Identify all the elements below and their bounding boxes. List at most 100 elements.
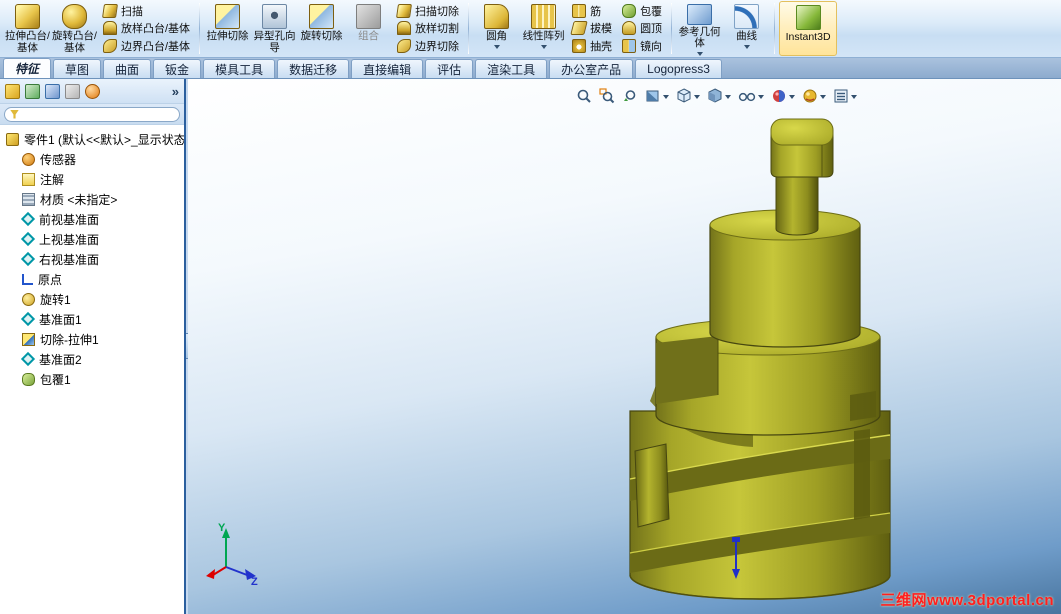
tab-label: 钣金 bbox=[165, 62, 190, 77]
ribbon-separator bbox=[774, 3, 776, 54]
ribbon-button-mirror[interactable]: 镜向 bbox=[620, 38, 664, 55]
draft-icon bbox=[570, 21, 588, 36]
tab-label: 草图 bbox=[65, 62, 90, 77]
panel-tab-strip: » bbox=[0, 79, 184, 104]
tree-item-label: 注解 bbox=[40, 172, 65, 187]
feature-manager-tab-icon[interactable] bbox=[5, 83, 20, 99]
3d-model[interactable] bbox=[629, 118, 891, 600]
tree-filter-input[interactable] bbox=[4, 106, 180, 122]
ribbon-button-lofted-boss[interactable]: 放样凸台/基体 bbox=[101, 20, 192, 37]
tab-office-products[interactable]: 办公室产品 bbox=[549, 59, 634, 78]
ribbon-button-dome[interactable]: 圆顶 bbox=[620, 20, 664, 37]
view-orientation-button[interactable] bbox=[676, 88, 700, 104]
previous-view-button[interactable] bbox=[622, 88, 638, 104]
tree-item-part-root[interactable]: 零件1 (默认<<默认>_显示状态 bbox=[0, 129, 184, 149]
view-settings-button[interactable] bbox=[833, 88, 857, 104]
tree-item-plane1[interactable]: 基准面1 bbox=[0, 309, 184, 329]
ribbon-button-hole-wizard[interactable]: 异型孔向导 bbox=[251, 1, 298, 56]
revolved-cut-icon bbox=[309, 4, 335, 29]
tree-item-top-plane[interactable]: 上视基准面 bbox=[0, 229, 184, 249]
3d-model-canvas[interactable]: Y Z bbox=[188, 79, 1061, 614]
instant3d-icon bbox=[795, 5, 821, 30]
tab-logopress3[interactable]: Logopress3 bbox=[635, 59, 722, 78]
tab-evaluate[interactable]: 评估 bbox=[425, 59, 474, 78]
ribbon-button-label: 曲线 bbox=[736, 30, 758, 42]
tree-item-origin[interactable]: 原点 bbox=[0, 269, 184, 289]
ribbon-stack-boss: 扫描 放样凸台/基体 边界凸台/基体 bbox=[98, 1, 195, 56]
tab-mold-tools[interactable]: 模具工具 bbox=[203, 59, 276, 78]
tab-render-tools[interactable]: 渲染工具 bbox=[475, 59, 548, 78]
tab-features[interactable]: 特征 bbox=[3, 58, 52, 78]
property-manager-tab-icon[interactable] bbox=[25, 83, 40, 99]
ribbon-button-label: 扫描切除 bbox=[415, 5, 460, 18]
ribbon-stack-rib: 筋 拔模 抽壳 bbox=[567, 1, 617, 56]
tab-sketch[interactable]: 草图 bbox=[53, 59, 102, 78]
ribbon-button-boundary-cut[interactable]: 边界切除 bbox=[395, 38, 461, 55]
tree-item-label: 基准面2 bbox=[39, 352, 82, 367]
tree-item-front-plane[interactable]: 前视基准面 bbox=[0, 209, 184, 229]
tree-item-plane2[interactable]: 基准面2 bbox=[0, 349, 184, 369]
ribbon-button-revolved-cut[interactable]: 旋转切除 bbox=[298, 1, 345, 56]
ribbon-button-instant3d[interactable]: Instant3D bbox=[779, 1, 838, 56]
ribbon-button-fillet[interactable]: 圆角 bbox=[473, 1, 520, 56]
hole-wizard-icon bbox=[262, 4, 288, 29]
wrap-icon bbox=[622, 3, 637, 18]
ribbon-button-label: 扫描 bbox=[121, 5, 143, 18]
tab-label: 渲染工具 bbox=[487, 62, 536, 77]
tree-item-cut-extrude1[interactable]: 切除-拉伸1 bbox=[0, 329, 184, 349]
configuration-manager-tab-icon[interactable] bbox=[45, 83, 60, 99]
edit-appearance-button[interactable] bbox=[771, 88, 795, 104]
ribbon-button-extruded-boss[interactable]: 拉伸凸台/基体 bbox=[4, 1, 51, 56]
tree-item-label: 零件1 (默认<<默认>_显示状态 bbox=[24, 132, 184, 147]
tab-sheet-metal[interactable]: 钣金 bbox=[153, 59, 202, 78]
ribbon-button-curves[interactable]: 曲线 bbox=[723, 1, 770, 56]
apply-scene-button[interactable] bbox=[802, 88, 826, 104]
tree-item-right-plane[interactable]: 右视基准面 bbox=[0, 249, 184, 269]
graphics-viewport[interactable]: Y Z 三维网www.3dportal.cn bbox=[188, 79, 1061, 614]
tree-item-label: 包覆1 bbox=[40, 372, 71, 387]
ribbon-button-swept-cut[interactable]: 扫描切除 bbox=[395, 2, 461, 19]
tree-item-sensors[interactable]: 传感器 bbox=[0, 149, 184, 169]
ribbon-button-wrap[interactable]: 包覆 bbox=[620, 2, 664, 19]
sensors-icon bbox=[22, 152, 35, 166]
tree-item-revolve1[interactable]: 旋转1 bbox=[0, 289, 184, 309]
ribbon-button-swept-boss[interactable]: 扫描 bbox=[101, 2, 192, 19]
ribbon-button-boundary-boss[interactable]: 边界凸台/基体 bbox=[101, 38, 192, 55]
ribbon-button-rib[interactable]: 筋 bbox=[570, 2, 614, 19]
tree-item-annotations[interactable]: 注解 bbox=[0, 169, 184, 189]
ribbon-button-shell[interactable]: 抽壳 bbox=[570, 38, 614, 55]
zoom-area-button[interactable] bbox=[599, 88, 615, 104]
tree-item-label: 旋转1 bbox=[40, 292, 71, 307]
tab-direct-editing[interactable]: 直接编辑 bbox=[351, 59, 424, 78]
panel-overflow-chevrons[interactable]: » bbox=[172, 84, 179, 99]
tree-item-wrap1[interactable]: 包覆1 bbox=[0, 369, 184, 389]
dimxpert-manager-tab-icon[interactable] bbox=[65, 83, 80, 99]
ribbon-button-extruded-cut[interactable]: 拉伸切除 bbox=[204, 1, 251, 56]
ribbon-button-label: 组合 bbox=[358, 30, 380, 42]
plane-icon bbox=[20, 211, 36, 227]
display-style-button[interactable] bbox=[707, 88, 731, 104]
display-manager-tab-icon[interactable] bbox=[85, 83, 100, 99]
dome-icon bbox=[622, 21, 637, 36]
ribbon-button-combine[interactable]: 组合 bbox=[345, 1, 392, 56]
ribbon-button-label: 旋转切除 bbox=[300, 30, 343, 42]
hide-show-items-button[interactable] bbox=[738, 88, 764, 104]
zoom-fit-button[interactable] bbox=[576, 88, 592, 104]
tree-item-material[interactable]: 材质 <未指定> bbox=[0, 189, 184, 209]
ribbon-group-reference: 参考几何体 曲线 bbox=[675, 0, 771, 57]
section-view-button[interactable] bbox=[645, 88, 669, 104]
tab-surfaces[interactable]: 曲面 bbox=[103, 59, 152, 78]
swept-boss-icon bbox=[102, 3, 118, 18]
ribbon-button-lofted-cut[interactable]: 放样切割 bbox=[395, 20, 461, 37]
ribbon-button-linear-pattern[interactable]: 线性阵列 bbox=[520, 1, 567, 56]
part-icon bbox=[6, 132, 19, 146]
ribbon-button-revolved-boss[interactable]: 旋转凸台/基体 bbox=[51, 1, 98, 56]
shell-icon bbox=[572, 39, 587, 54]
tab-label: 办公室产品 bbox=[561, 62, 622, 77]
feature-manager-panel: » 零件1 (默认<<默认>_显示状态 传感器 注解 材质 <未指定> 前视基准… bbox=[0, 79, 186, 614]
ribbon-button-reference-geometry[interactable]: 参考几何体 bbox=[676, 1, 723, 56]
lofted-cut-icon bbox=[397, 21, 412, 36]
ribbon-button-draft[interactable]: 拔模 bbox=[570, 20, 614, 37]
tab-data-migration[interactable]: 数据迁移 bbox=[277, 59, 350, 78]
tab-label: 数据迁移 bbox=[289, 62, 338, 77]
